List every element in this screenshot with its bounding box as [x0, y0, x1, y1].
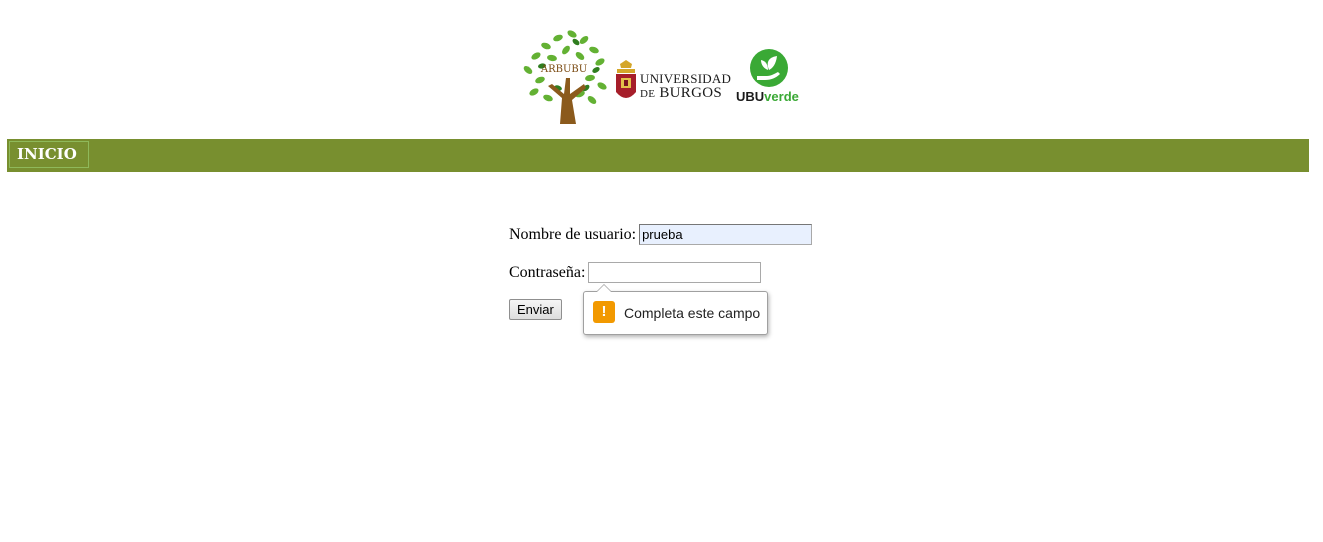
ubuverde-logo: UBUverde — [736, 48, 806, 108]
ubu-line1: UNIVERSIDAD — [640, 71, 732, 86]
username-row: Nombre de usuario: — [509, 224, 813, 245]
warning-icon: ! — [593, 301, 615, 323]
tooltip-arrow — [596, 284, 612, 292]
arbubu-logo-text: ARBUBU — [540, 64, 587, 75]
password-input[interactable] — [588, 262, 762, 283]
username-input[interactable] — [639, 224, 813, 245]
nav-item-inicio[interactable]: INICIO — [9, 141, 89, 168]
submit-button[interactable]: Enviar — [509, 299, 562, 320]
nav-bar: INICIO — [7, 139, 1309, 172]
validation-message: Completa este campo — [624, 305, 761, 321]
coat-of-arms-icon — [616, 60, 636, 98]
header-logos: ARBUBU UNIVERSIDAD DE BURGOS UBUverde — [518, 28, 818, 124]
ubuverde-text: UBUverde — [736, 89, 799, 104]
validation-tooltip: ! Completa este campo — [583, 284, 768, 335]
hand-plant-icon — [750, 49, 788, 87]
universidad-burgos-logo: UNIVERSIDAD DE BURGOS — [614, 58, 734, 108]
password-label: Contraseña: — [509, 263, 586, 281]
arbubu-logo: ARBUBU — [523, 30, 607, 124]
ubu-line2: DE BURGOS — [640, 85, 722, 101]
username-label: Nombre de usuario: — [509, 225, 637, 243]
password-row: Contraseña: — [509, 262, 762, 283]
submit-row: Enviar — [509, 299, 562, 320]
